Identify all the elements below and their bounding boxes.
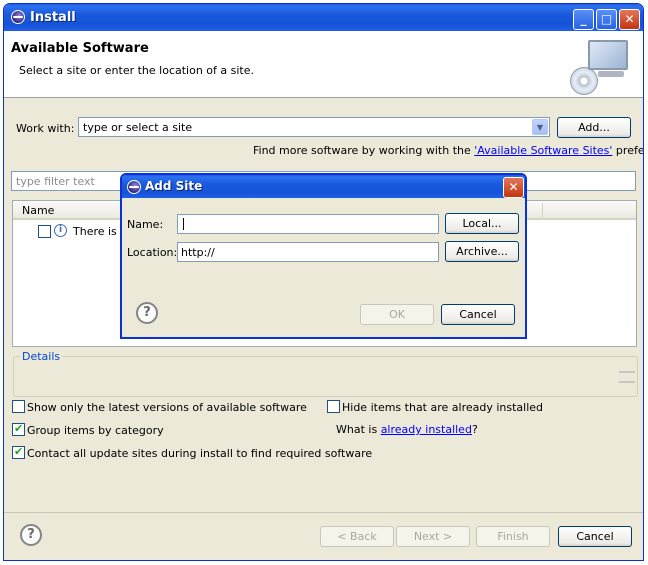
column-name-header[interactable]: Name: [22, 204, 54, 217]
show-latest-checkbox[interactable]: [12, 400, 25, 413]
minimize-button[interactable]: _: [573, 9, 594, 30]
contact-sites-checkbox[interactable]: [12, 445, 25, 459]
location-value: http://: [181, 246, 215, 259]
show-latest-label[interactable]: Show only the latest versions of availab…: [27, 401, 307, 414]
cd-icon: [570, 67, 598, 95]
work-with-value: type or select a site: [83, 121, 193, 134]
add-site-title: Add Site: [145, 179, 203, 193]
eclipse-icon: [127, 180, 141, 194]
work-with-combo[interactable]: type or select a site ▼: [78, 117, 550, 137]
column-divider: [542, 203, 543, 217]
local-button[interactable]: Local...: [445, 213, 519, 234]
more-software-suffix: preferences.: [615, 144, 644, 157]
location-input[interactable]: http://: [177, 242, 439, 262]
add-site-button[interactable]: Add...: [557, 117, 631, 138]
hide-installed-checkbox[interactable]: [327, 400, 340, 413]
window-title: Install: [30, 10, 76, 25]
more-software-prefix: Find more software by working with the: [253, 144, 475, 157]
maximize-button[interactable]: □: [596, 9, 617, 30]
help-icon[interactable]: ?: [20, 524, 42, 546]
name-label: Name:: [127, 218, 164, 231]
more-software-text: Find more software by working with the '…: [253, 144, 644, 157]
archive-button[interactable]: Archive...: [445, 241, 519, 262]
location-label: Location:: [127, 246, 178, 259]
next-button[interactable]: Next >: [396, 526, 470, 547]
details-splitter-handle[interactable]: [619, 371, 635, 383]
chevron-down-icon[interactable]: ▼: [532, 119, 548, 135]
details-group: Details: [13, 350, 638, 397]
work-with-label: Work with:: [16, 122, 75, 135]
what-is-installed-text: What is already installed?: [336, 423, 478, 436]
add-site-title-bar[interactable]: Add Site ✕: [122, 175, 525, 198]
dialog-cancel-button[interactable]: Cancel: [441, 304, 515, 325]
page-description: Select a site or enter the location of a…: [19, 64, 255, 77]
group-by-category-label[interactable]: Group items by category: [27, 424, 164, 437]
add-site-dialog: Add Site ✕ Name: Local... Location: http…: [120, 173, 527, 339]
footer-separator: [4, 512, 643, 513]
already-installed-link[interactable]: already installed: [381, 423, 472, 436]
contact-sites-label[interactable]: Contact all update sites during install …: [27, 447, 372, 460]
name-input[interactable]: [177, 214, 439, 234]
dialog-close-button[interactable]: ✕: [503, 177, 524, 198]
group-by-category-checkbox[interactable]: [12, 422, 25, 436]
cancel-button[interactable]: Cancel: [558, 526, 632, 547]
page-title: Available Software: [11, 41, 149, 56]
help-icon[interactable]: ?: [136, 302, 158, 324]
what-is-suffix: ?: [471, 423, 478, 436]
info-icon: i: [54, 224, 67, 237]
available-software-sites-link[interactable]: 'Available Software Sites': [474, 144, 612, 157]
close-button[interactable]: ✕: [619, 9, 640, 30]
monitor-icon: [588, 40, 628, 70]
monitor-stand-icon: [598, 71, 624, 77]
hide-installed-label[interactable]: Hide items that are already installed: [342, 401, 543, 414]
finish-button[interactable]: Finish: [476, 526, 550, 547]
text-caret: [183, 218, 184, 230]
what-is-prefix: What is: [336, 423, 381, 436]
details-legend: Details: [20, 350, 63, 363]
tree-row-checkbox[interactable]: [38, 225, 51, 238]
back-button[interactable]: < Back: [320, 526, 394, 547]
filter-placeholder: type filter text: [16, 175, 95, 188]
eclipse-icon: [11, 10, 25, 24]
header-banner: Available Software Select a site or ente…: [4, 31, 643, 98]
install-title-bar[interactable]: Install _ □ ✕: [4, 4, 643, 31]
ok-button[interactable]: OK: [360, 304, 434, 325]
